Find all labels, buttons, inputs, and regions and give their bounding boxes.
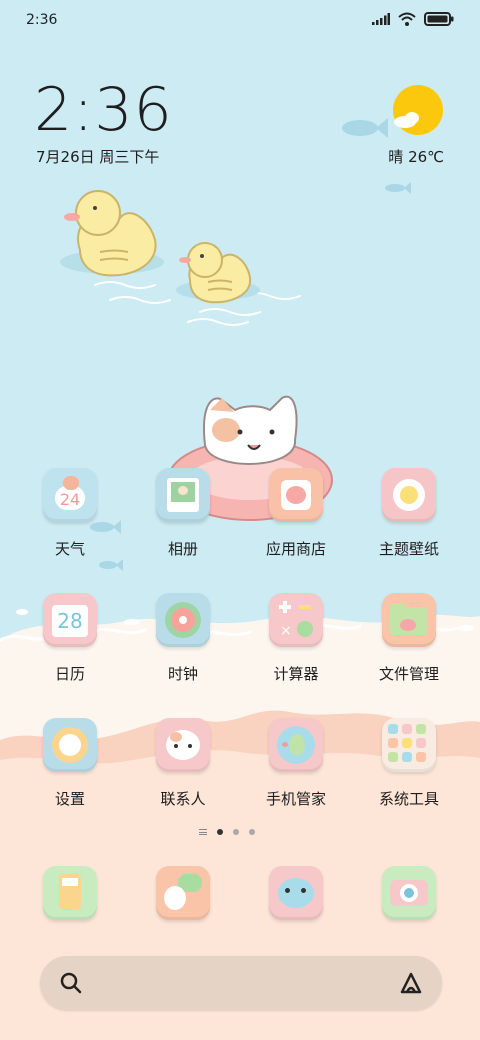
- calendar-icon: 28: [43, 593, 97, 647]
- file-manager-icon: [382, 593, 436, 647]
- dock-browser[interactable]: [241, 866, 351, 920]
- app-label: 设置: [54, 790, 85, 808]
- clock-icon: [156, 593, 210, 647]
- status-time: 2:36: [26, 12, 58, 28]
- contacts-icon: [156, 718, 210, 772]
- app-label: 联系人: [160, 790, 206, 808]
- themes-icon: [382, 468, 436, 522]
- app-gallery[interactable]: 相册: [128, 468, 238, 559]
- app-system-tools[interactable]: 系统工具: [354, 718, 464, 809]
- app-contacts[interactable]: 联系人: [128, 718, 238, 809]
- app-label: 计算器: [273, 665, 319, 683]
- search-bar[interactable]: [40, 956, 442, 1010]
- page-dot: [233, 829, 239, 835]
- camera-icon: [382, 866, 436, 920]
- page-indicator[interactable]: [199, 829, 255, 835]
- app-label: 日历: [54, 665, 85, 683]
- sunny-weather-icon[interactable]: [392, 84, 446, 136]
- app-label: 文件管理: [378, 665, 439, 683]
- battery-icon: [424, 12, 454, 26]
- phone-icon: [43, 866, 97, 920]
- page-dot: [249, 829, 255, 835]
- app-file-manager[interactable]: 文件管理: [354, 593, 464, 684]
- assistant-icon[interactable]: [398, 970, 424, 996]
- page-indicator-menu: [199, 829, 207, 835]
- settings-icon: [43, 718, 97, 772]
- system-tools-icon: [382, 718, 436, 772]
- app-themes[interactable]: 主题壁纸: [354, 468, 464, 559]
- search-icon: [60, 972, 82, 994]
- app-security[interactable]: 手机管家: [241, 718, 351, 809]
- app-label: 主题壁纸: [378, 540, 439, 558]
- app-settings[interactable]: 设置: [15, 718, 125, 809]
- app-store-icon: [269, 468, 323, 522]
- wifi-icon: [398, 12, 416, 26]
- page-dot-active: [217, 829, 223, 835]
- app-label: 手机管家: [265, 790, 326, 808]
- app-calculator[interactable]: × 计算器: [241, 593, 351, 684]
- app-label: 时钟: [167, 665, 198, 683]
- clock-date: 7月26日 周三下午: [36, 148, 160, 166]
- dock-messages[interactable]: [128, 866, 238, 920]
- calculator-icon: ×: [269, 593, 323, 647]
- weather-badge: 24: [59, 490, 81, 509]
- weather-summary[interactable]: 晴 26℃: [388, 146, 444, 167]
- app-label: 应用商店: [265, 540, 326, 558]
- app-clock[interactable]: 时钟: [128, 593, 238, 684]
- status-bar: 2:36: [0, 0, 480, 40]
- app-weather[interactable]: 24 天气: [15, 468, 125, 559]
- signal-icon: [372, 13, 390, 25]
- dock-camera[interactable]: [354, 866, 464, 920]
- app-label: 系统工具: [378, 790, 439, 808]
- gallery-icon: [156, 468, 210, 522]
- status-icons: [372, 12, 454, 26]
- app-label: 相册: [167, 540, 198, 558]
- browser-icon: [269, 866, 323, 920]
- security-icon: [269, 718, 323, 772]
- app-label: 天气: [54, 540, 85, 558]
- clock-time[interactable]: 2:36: [34, 78, 173, 142]
- dock-phone[interactable]: [15, 866, 125, 920]
- calendar-badge: 28: [57, 609, 83, 633]
- messages-icon: [156, 866, 210, 920]
- app-store[interactable]: 应用商店: [241, 468, 351, 559]
- app-calendar[interactable]: 28 日历: [15, 593, 125, 684]
- weather-icon: 24: [43, 468, 97, 522]
